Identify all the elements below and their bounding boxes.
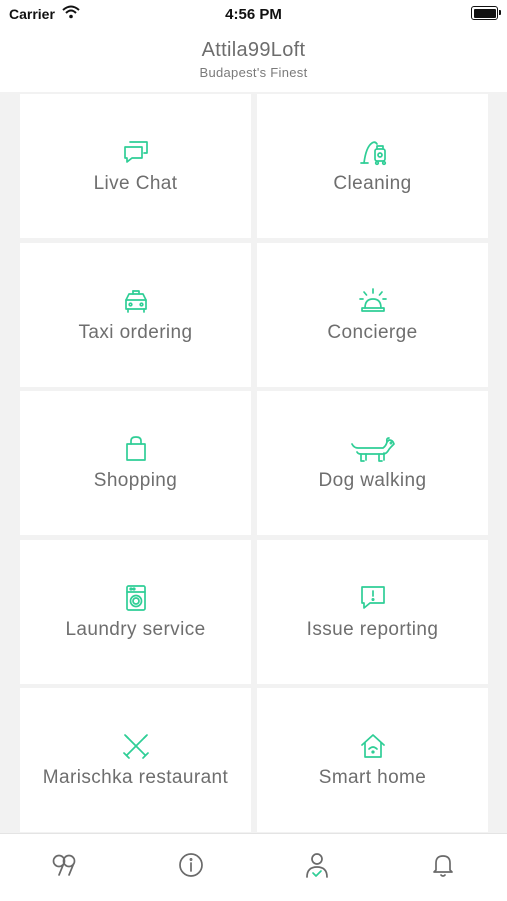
service-tile-laundry[interactable]: Laundry service	[20, 540, 251, 684]
battery-icon	[471, 6, 501, 20]
quote-icon	[50, 851, 78, 884]
taxi-icon	[121, 286, 151, 316]
dog-icon	[349, 434, 397, 464]
service-label: Laundry service	[65, 619, 206, 640]
smart-home-icon	[358, 731, 388, 761]
service-label: Dog walking	[318, 470, 427, 491]
service-label: Smart home	[318, 767, 427, 788]
header: Attila99Loft Budapest's Finest	[0, 30, 507, 92]
alert-message-icon	[358, 583, 388, 613]
page-title: Attila99Loft	[201, 39, 306, 61]
service-label: Concierge	[327, 322, 418, 343]
service-tile-issue-reporting[interactable]: Issue reporting	[257, 540, 488, 684]
service-label: Shopping	[93, 470, 178, 491]
user-check-icon	[303, 851, 331, 884]
service-label: Marischka restaurant	[42, 767, 229, 788]
tab-info[interactable]	[174, 850, 208, 884]
service-tile-cleaning[interactable]: Cleaning	[257, 94, 488, 238]
service-label: Issue reporting	[306, 619, 439, 640]
service-label: Live Chat	[93, 173, 178, 194]
crossed-utensils-icon	[121, 731, 151, 761]
tab-bar	[0, 833, 507, 901]
status-time: 4:56 PM	[225, 6, 282, 23]
service-bell-icon	[358, 286, 388, 316]
info-icon	[177, 851, 205, 884]
service-tile-smart-home[interactable]: Smart home	[257, 688, 488, 832]
bell-icon	[429, 851, 457, 884]
service-label: Taxi ordering	[78, 322, 193, 343]
tab-quotes[interactable]	[47, 850, 81, 884]
service-tile-live-chat[interactable]: Live Chat	[20, 94, 251, 238]
service-tile-dog-walking[interactable]: Dog walking	[257, 391, 488, 535]
tab-notifications[interactable]	[426, 850, 460, 884]
service-tile-taxi[interactable]: Taxi ordering	[20, 243, 251, 387]
service-tile-shopping[interactable]: Shopping	[20, 391, 251, 535]
service-tile-concierge[interactable]: Concierge	[257, 243, 488, 387]
service-label: Cleaning	[333, 173, 412, 194]
service-tile-restaurant[interactable]: Marischka restaurant	[20, 688, 251, 832]
tab-profile[interactable]	[300, 850, 334, 884]
page-subtitle: Budapest's Finest	[199, 65, 308, 80]
washing-machine-icon	[121, 583, 151, 613]
shopping-bag-icon	[121, 434, 151, 464]
status-bar: Carrier 4:56 PM	[0, 0, 507, 30]
vacuum-cleaner-icon	[358, 137, 388, 167]
chat-bubbles-icon	[121, 137, 151, 167]
